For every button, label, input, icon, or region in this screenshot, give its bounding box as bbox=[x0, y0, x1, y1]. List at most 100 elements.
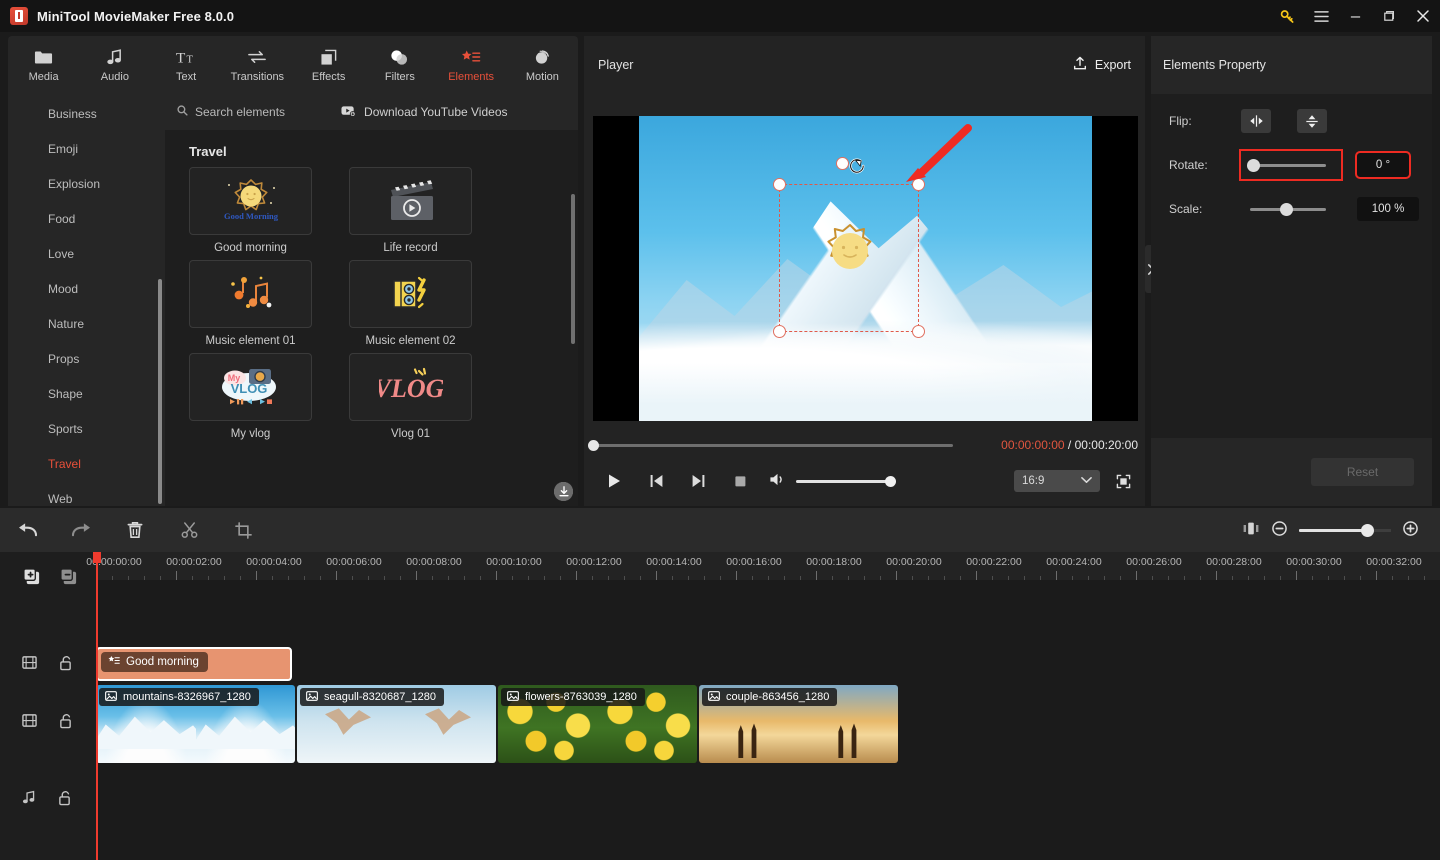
timeline-clip-seagull[interactable]: seagull-8320687_1280 bbox=[297, 685, 496, 763]
sidebar-item-travel[interactable]: Travel bbox=[8, 446, 165, 481]
rotate-handle-icon[interactable] bbox=[846, 155, 868, 177]
maximize-icon[interactable] bbox=[1372, 0, 1406, 32]
previous-frame-button[interactable] bbox=[635, 466, 677, 496]
add-track-button[interactable] bbox=[22, 567, 41, 589]
toolbar-item-effects[interactable]: Effects bbox=[293, 36, 364, 94]
scale-slider-track[interactable] bbox=[1250, 202, 1326, 216]
toolbar-item-audio[interactable]: Audio bbox=[79, 36, 150, 94]
element-thumbnail[interactable] bbox=[349, 260, 472, 328]
volume-control[interactable] bbox=[769, 472, 896, 490]
timeline-zoom-slider[interactable] bbox=[1299, 523, 1391, 537]
key-icon[interactable] bbox=[1270, 0, 1304, 32]
volume-handle[interactable] bbox=[885, 475, 896, 487]
rotate-value[interactable]: 0 ° bbox=[1355, 151, 1411, 179]
export-button[interactable]: Export bbox=[1073, 56, 1131, 74]
timeline-clip-flowers[interactable]: flowers-8763039_1280 bbox=[498, 685, 697, 763]
sidebar-item-explosion[interactable]: Explosion bbox=[8, 166, 165, 201]
element-card-good-morning[interactable]: Good Morning Good morning bbox=[189, 167, 312, 254]
scale-slider-handle[interactable] bbox=[1280, 202, 1293, 216]
element-card-my-vlog[interactable]: My VLOG My vlog bbox=[189, 353, 573, 501]
toolbar-item-media[interactable]: Media bbox=[8, 36, 79, 94]
toolbar-item-text[interactable]: TT Text bbox=[151, 36, 222, 94]
seek-bar[interactable] bbox=[588, 439, 953, 451]
category-sidebar[interactable]: Business Emoji Explosion Food Love Mood … bbox=[8, 94, 165, 506]
sidebar-item-emoji[interactable]: Emoji bbox=[8, 131, 165, 166]
element-track[interactable]: Good morning bbox=[96, 647, 1440, 681]
sidebar-item-props[interactable]: Props bbox=[8, 341, 165, 376]
zoom-out-button[interactable] bbox=[1272, 521, 1287, 539]
timeline-clip-couple[interactable]: couple-863456_1280 bbox=[699, 685, 898, 763]
reset-button[interactable]: Reset bbox=[1311, 458, 1414, 486]
elements-scrollbar[interactable] bbox=[571, 194, 575, 344]
fullscreen-button[interactable] bbox=[1108, 468, 1138, 494]
element-thumbnail[interactable] bbox=[189, 260, 312, 328]
timeline-clip-good-morning[interactable]: Good morning bbox=[96, 647, 292, 681]
zoom-slider-handle[interactable] bbox=[1361, 523, 1374, 537]
volume-icon[interactable] bbox=[769, 472, 786, 490]
element-card-vlog-01[interactable]: VLOG Vlog 01 bbox=[349, 353, 573, 501]
sidebar-item-nature[interactable]: Nature bbox=[8, 306, 165, 341]
element-card-music-element-02[interactable]: Music element 02 bbox=[349, 260, 573, 501]
sidebar-item-business[interactable]: Business bbox=[8, 96, 165, 131]
volume-slider[interactable] bbox=[796, 475, 896, 487]
unlock-icon[interactable] bbox=[58, 790, 71, 809]
preview-stage[interactable] bbox=[593, 116, 1138, 421]
zoom-in-button[interactable] bbox=[1403, 521, 1418, 539]
resize-handle-bottom-right[interactable] bbox=[912, 325, 925, 338]
category-scrollbar[interactable] bbox=[158, 279, 162, 504]
close-icon[interactable] bbox=[1406, 0, 1440, 32]
redo-button[interactable] bbox=[54, 508, 108, 552]
toolbar-item-filters[interactable]: Filters bbox=[364, 36, 435, 94]
element-card-life-record[interactable]: Life record bbox=[349, 167, 472, 254]
scale-slider[interactable] bbox=[1241, 195, 1341, 223]
unlock-icon[interactable] bbox=[59, 655, 72, 674]
sidebar-item-food[interactable]: Food bbox=[8, 201, 165, 236]
svg-text:VLOG: VLOG bbox=[379, 374, 443, 403]
element-thumbnail[interactable]: VLOG bbox=[349, 353, 472, 421]
download-youtube-button[interactable]: Download YouTube Videos bbox=[341, 105, 508, 120]
ruler-tick-minor bbox=[272, 576, 273, 580]
resize-handle-top-left[interactable] bbox=[773, 178, 786, 191]
toolbar-item-transitions[interactable]: Transitions bbox=[222, 36, 293, 94]
sidebar-item-mood[interactable]: Mood bbox=[8, 271, 165, 306]
timeline-clip-mountains[interactable]: mountains-8326967_1280 bbox=[96, 685, 295, 763]
remove-track-button[interactable] bbox=[59, 567, 78, 589]
split-button[interactable] bbox=[162, 508, 216, 552]
download-icon[interactable] bbox=[554, 482, 573, 501]
flip-horizontal-icon[interactable] bbox=[1241, 109, 1271, 133]
minimize-icon[interactable] bbox=[1338, 0, 1372, 32]
rotate-slider[interactable] bbox=[1239, 149, 1343, 181]
sidebar-item-sports[interactable]: Sports bbox=[8, 411, 165, 446]
sidebar-item-web[interactable]: Web bbox=[8, 481, 165, 506]
rotate-slider-track[interactable] bbox=[1247, 158, 1326, 172]
element-selection-box[interactable] bbox=[773, 157, 925, 338]
aspect-ratio-select[interactable]: 16:9 bbox=[1014, 470, 1100, 492]
rotate-slider-handle[interactable] bbox=[1247, 158, 1260, 172]
element-card-music-element-01[interactable]: Music element 01 bbox=[189, 260, 573, 501]
element-thumbnail[interactable] bbox=[349, 167, 472, 235]
resize-handle-top-right[interactable] bbox=[912, 178, 925, 191]
crop-button[interactable] bbox=[216, 508, 270, 552]
sidebar-item-shape[interactable]: Shape bbox=[8, 376, 165, 411]
scale-value[interactable]: 100 % bbox=[1357, 197, 1419, 221]
undo-button[interactable] bbox=[0, 508, 54, 552]
delete-button[interactable] bbox=[108, 508, 162, 552]
timeline-ruler[interactable]: 00:00:00:00 00:00:02:00 00:00:04:00 00:00:0… bbox=[86, 552, 1440, 580]
element-thumbnail[interactable]: My VLOG bbox=[189, 353, 312, 421]
flip-vertical-icon[interactable] bbox=[1297, 109, 1327, 133]
resize-handle-bottom-left[interactable] bbox=[773, 325, 786, 338]
playhead[interactable] bbox=[93, 552, 101, 860]
play-button[interactable] bbox=[593, 466, 635, 496]
fit-to-screen-icon[interactable] bbox=[1242, 521, 1260, 539]
search-input[interactable]: Search elements bbox=[177, 105, 285, 119]
toolbar-item-motion[interactable]: Motion bbox=[507, 36, 578, 94]
unlock-icon[interactable] bbox=[59, 713, 72, 732]
toolbar-item-elements[interactable]: Elements bbox=[436, 36, 507, 94]
menu-icon[interactable] bbox=[1304, 0, 1338, 32]
sidebar-item-love[interactable]: Love bbox=[8, 236, 165, 271]
next-frame-button[interactable] bbox=[677, 466, 719, 496]
seek-handle[interactable] bbox=[588, 439, 599, 451]
element-thumbnail[interactable]: Good Morning bbox=[189, 167, 312, 235]
video-track[interactable]: mountains-8326967_1280 seagull-8320687_1… bbox=[96, 685, 1440, 763]
stop-button[interactable] bbox=[719, 466, 761, 496]
